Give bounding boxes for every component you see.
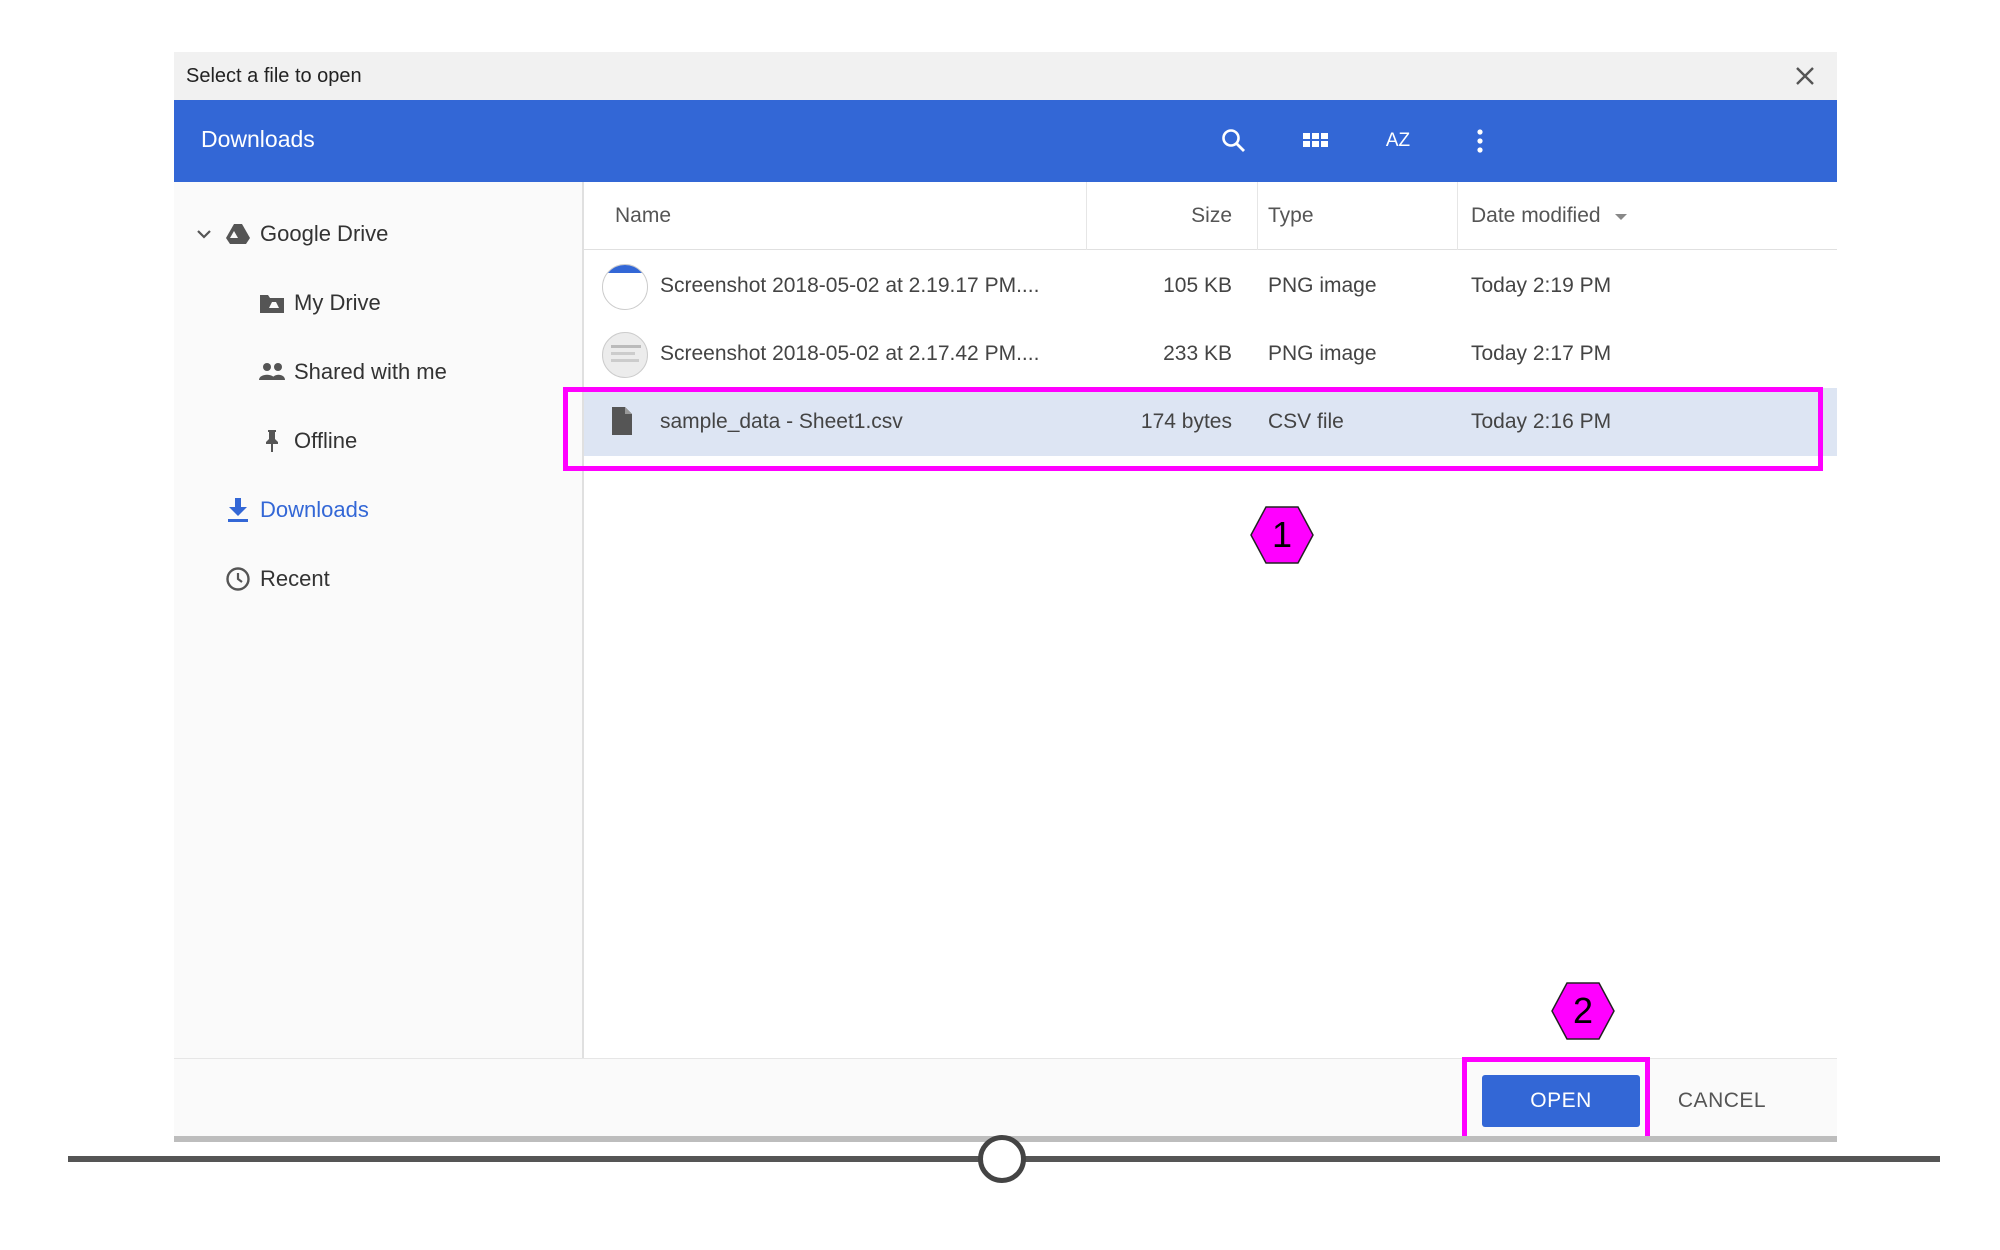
sidebar-item-downloads[interactable]: Downloads [224, 485, 369, 535]
column-divider [1457, 182, 1458, 250]
chevron-down-icon[interactable] [194, 220, 214, 248]
image-thumbnail-icon [602, 264, 648, 310]
search-icon[interactable] [1214, 121, 1254, 161]
my-drive-folder-icon [258, 289, 286, 317]
step-marker-2: 2 [1551, 982, 1615, 1040]
highlight-box-open-button [1462, 1057, 1650, 1142]
column-type[interactable]: Type [1268, 204, 1314, 228]
slider-handle[interactable] [978, 1135, 1026, 1183]
sort-az-label: AZ [1385, 130, 1411, 151]
sidebar-item-label: Google Drive [260, 221, 389, 246]
sidebar-item-label: My Drive [294, 290, 381, 315]
dialog-titlebar: Select a file to open [174, 52, 1837, 100]
sidebar-item-shared-with-me[interactable]: Shared with me [258, 347, 447, 397]
file-list: Name Size Type Date modified Screenshot … [584, 182, 1837, 1058]
cancel-button[interactable]: CANCEL [1662, 1075, 1782, 1127]
sidebar-item-label: Recent [260, 566, 330, 591]
google-drive-icon [224, 220, 252, 248]
download-icon [224, 496, 252, 524]
column-divider [1257, 182, 1258, 250]
column-date-modified[interactable]: Date modified [1471, 204, 1628, 228]
location-header: Downloads AZ [174, 100, 1837, 182]
grid-view-icon[interactable] [1296, 121, 1336, 161]
people-icon [258, 358, 286, 386]
image-thumbnail-icon [602, 332, 648, 378]
table-row[interactable]: Screenshot 2018-05-02 at 2.17.42 PM.... … [584, 320, 1837, 388]
more-vert-icon[interactable] [1460, 121, 1500, 161]
sidebar-item-offline[interactable]: Offline [258, 416, 357, 466]
file-date: Today 2:19 PM [1471, 274, 1612, 297]
sidebar-item-label: Shared with me [294, 359, 447, 384]
file-type: PNG image [1268, 342, 1377, 365]
column-header-row: Name Size Type Date modified [584, 182, 1837, 250]
pin-icon [258, 427, 286, 455]
column-size[interactable]: Size [1191, 204, 1232, 228]
close-icon[interactable] [1789, 60, 1821, 92]
sidebar-item-my-drive[interactable]: My Drive [258, 278, 381, 328]
sidebar-item-recent[interactable]: Recent [224, 554, 330, 604]
sidebar: Google Drive My Drive Shared with me Off… [174, 182, 584, 1058]
file-date: Today 2:17 PM [1471, 342, 1612, 365]
column-date-label: Date modified [1471, 204, 1601, 227]
clock-icon [224, 565, 252, 593]
file-name: Screenshot 2018-05-02 at 2.17.42 PM.... [660, 342, 1040, 365]
sidebar-item-google-drive[interactable]: Google Drive [194, 209, 388, 259]
column-divider [1086, 182, 1087, 250]
column-name[interactable]: Name [615, 204, 671, 228]
table-row[interactable]: Screenshot 2018-05-02 at 2.19.17 PM.... … [584, 252, 1837, 320]
dialog-title: Select a file to open [186, 65, 362, 87]
step-marker-label: 1 [1271, 514, 1293, 555]
file-size: 105 KB [1163, 274, 1232, 297]
sidebar-item-label: Downloads [260, 497, 369, 522]
current-location: Downloads [201, 126, 315, 152]
highlight-box-file-row [563, 387, 1823, 471]
sidebar-item-label: Offline [294, 428, 358, 453]
step-marker-1: 1 [1250, 506, 1314, 564]
step-marker-label: 2 [1572, 990, 1594, 1031]
sort-az-icon[interactable]: AZ [1378, 121, 1418, 161]
file-type: PNG image [1268, 274, 1377, 297]
file-picker-dialog: Select a file to open Downloads AZ Googl… [174, 52, 1837, 1142]
file-size: 233 KB [1163, 342, 1232, 365]
file-name: Screenshot 2018-05-02 at 2.19.17 PM.... [660, 274, 1040, 297]
sort-arrow-icon [1614, 204, 1628, 228]
